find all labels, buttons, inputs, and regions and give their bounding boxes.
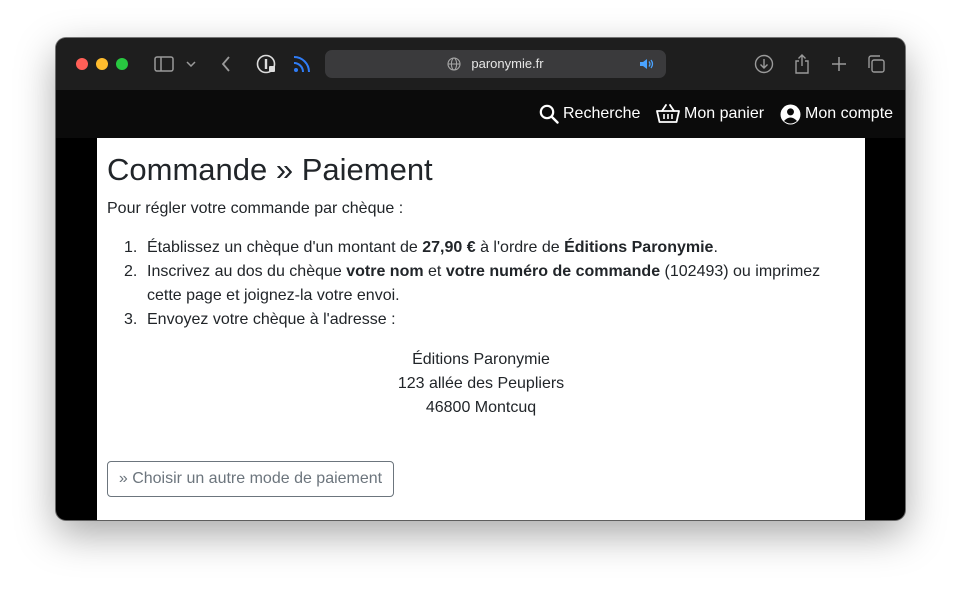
mailing-address: Éditions Paronymie 123 allée des Peuplie… bbox=[97, 348, 865, 420]
step-text: Établissez un chèque d'un montant de bbox=[147, 239, 423, 256]
browser-toolbar: paronymie.fr bbox=[56, 38, 905, 91]
step-text: Envoyez votre chèque à l'adresse : bbox=[147, 311, 396, 328]
main-content: Commande » Paiement Pour régler votre co… bbox=[97, 138, 865, 520]
user-circle-icon bbox=[780, 104, 801, 124]
browser-window: paronymie.fr Recherche Mon panier Mon co… bbox=[56, 38, 905, 520]
list-item: 1. Établissez un chèque d'un montant de … bbox=[107, 236, 837, 260]
rss-icon[interactable] bbox=[290, 52, 314, 76]
payment-steps: 1. Établissez un chèque d'un montant de … bbox=[107, 236, 837, 332]
address-line: 123 allée des Peupliers bbox=[397, 375, 565, 392]
step-number: 1. bbox=[124, 239, 138, 256]
payee-name: Éditions Paronymie bbox=[564, 239, 714, 256]
minimize-window-button[interactable] bbox=[96, 58, 108, 70]
sidebar-icon[interactable] bbox=[152, 52, 176, 76]
page-title: Commande » Paiement bbox=[107, 152, 433, 187]
step-text: . bbox=[713, 239, 718, 256]
emphasis-text: votre numéro de commande bbox=[445, 263, 661, 280]
emphasis-text: votre nom bbox=[346, 263, 424, 280]
share-icon[interactable] bbox=[791, 52, 813, 76]
step-text: et bbox=[423, 263, 446, 280]
account-link[interactable]: Mon compte bbox=[780, 102, 893, 126]
order-amount: 27,90 € bbox=[422, 239, 476, 256]
zoom-window-button[interactable] bbox=[116, 58, 128, 70]
tab-overview-icon[interactable] bbox=[865, 52, 887, 76]
chevron-left-icon[interactable] bbox=[216, 52, 236, 76]
step-text: Inscrivez au dos du chèque bbox=[147, 263, 347, 280]
speaker-icon[interactable] bbox=[639, 55, 655, 73]
close-window-button[interactable] bbox=[76, 58, 88, 70]
search-link[interactable]: Recherche bbox=[539, 102, 640, 126]
plus-icon[interactable] bbox=[828, 52, 850, 76]
address-line: Éditions Paronymie bbox=[412, 351, 550, 368]
address-bar[interactable]: paronymie.fr bbox=[325, 50, 666, 78]
cart-link[interactable]: Mon panier bbox=[656, 102, 764, 126]
address-line: 46800 Montcuq bbox=[425, 399, 537, 416]
site-navbar: Recherche Mon panier Mon compte bbox=[56, 90, 905, 138]
step-number: 2. bbox=[124, 263, 138, 280]
download-icon[interactable] bbox=[753, 52, 775, 76]
url-text: paronymie.fr bbox=[471, 56, 544, 71]
list-item: 3. Envoyez votre chèque à l'adresse : bbox=[107, 308, 837, 332]
password-manager-icon[interactable] bbox=[254, 52, 278, 76]
payment-intro: Pour régler votre commande par chèque : bbox=[107, 200, 404, 217]
account-label: Mon compte bbox=[805, 105, 894, 122]
search-icon bbox=[539, 104, 559, 124]
chevron-down-icon[interactable] bbox=[184, 52, 198, 76]
cart-label: Mon panier bbox=[684, 105, 765, 122]
search-label: Recherche bbox=[563, 105, 641, 122]
alt-payment-button[interactable]: » Choisir un autre mode de paiement bbox=[107, 461, 394, 497]
step-text: à l'ordre de bbox=[475, 239, 565, 256]
list-item: 2. Inscrivez au dos du chèque votre nom … bbox=[107, 260, 837, 308]
step-number: 3. bbox=[124, 311, 138, 328]
basket-icon bbox=[656, 104, 680, 123]
